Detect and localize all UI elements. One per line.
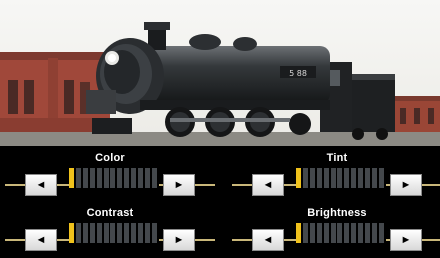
brightness-level-segment [337,223,343,243]
locomotive-photo: 5 88 [0,0,440,146]
color-level-bar [69,168,159,188]
contrast-level-segment [110,223,116,243]
contrast-level-segment [151,223,157,243]
color-level-segment [131,168,137,188]
color-level-segment [124,168,130,188]
color-level-segment [117,168,123,188]
color-control: Color ◄ ► [5,146,215,198]
preview-image: 5 88 [0,0,440,146]
contrast-level-segment [131,223,137,243]
tint-level-segment [330,168,336,188]
brightness-increase-button[interactable]: ► [390,229,422,251]
brightness-level-segment [358,223,364,243]
tint-level-segment [323,168,329,188]
svg-text:5 88: 5 88 [289,69,307,78]
tint-level-segment [296,168,301,188]
brightness-level-segment [330,223,336,243]
color-level-segment [110,168,116,188]
contrast-decrease-button[interactable]: ◄ [25,229,57,251]
color-level-segment [89,168,95,188]
color-level-segment [151,168,157,188]
contrast-level-segment [96,223,102,243]
tint-level-segment [302,168,308,188]
color-label: Color [95,152,125,164]
tint-level-segment [344,168,350,188]
contrast-level-segment [124,223,130,243]
brightness-level-segment [302,223,308,243]
brightness-level-segment [378,223,384,243]
color-increase-button[interactable]: ► [163,174,195,196]
color-level-segment [144,168,150,188]
contrast-level-segment [75,223,81,243]
tint-decrease-button[interactable]: ◄ [252,174,284,196]
color-level-segment [69,168,74,188]
contrast-level-segment [89,223,95,243]
brightness-level-segment [351,223,357,243]
color-level-segment [103,168,109,188]
tint-level-segment [378,168,384,188]
contrast-level-segment [69,223,74,243]
contrast-control: Contrast ◄ ► [5,201,215,253]
tint-level-segment [337,168,343,188]
brightness-level-segment [296,223,301,243]
tint-level-segment [371,168,377,188]
contrast-level-bar [69,223,159,243]
brightness-level-segment [365,223,370,243]
tint-level-segment [351,168,357,188]
tint-level-segment [358,168,364,188]
contrast-increase-button[interactable]: ► [163,229,195,251]
color-level-segment [82,168,88,188]
contrast-level-segment [103,223,109,243]
color-level-segment [96,168,102,188]
contrast-label: Contrast [86,207,134,219]
contrast-level-segment [82,223,88,243]
brightness-level-segment [323,223,329,243]
brightness-level-segment [371,223,377,243]
picture-adjustment-panel: Color ◄ ► Tint ◄ ► Contrast ◄ ► Brightne… [0,146,440,258]
brightness-level-segment [316,223,322,243]
tint-level-segment [316,168,322,188]
tint-level-segment [365,168,370,188]
tint-level-segment [309,168,315,188]
brick-building-right [392,96,440,138]
color-level-segment [75,168,81,188]
locomotive-tender [345,74,395,140]
tint-increase-button[interactable]: ► [390,174,422,196]
contrast-level-segment [144,223,150,243]
brightness-level-segment [309,223,315,243]
tint-control: Tint ◄ ► [232,146,440,198]
brightness-level-bar [296,223,386,243]
brightness-level-segment [344,223,350,243]
contrast-level-segment [138,223,143,243]
tint-label: Tint [326,152,348,164]
color-decrease-button[interactable]: ◄ [25,174,57,196]
brightness-decrease-button[interactable]: ◄ [252,229,284,251]
color-level-segment [138,168,143,188]
brightness-control: Brightness ◄ ► [232,201,440,253]
brightness-label: Brightness [307,207,367,219]
tint-level-bar [296,168,386,188]
contrast-level-segment [117,223,123,243]
